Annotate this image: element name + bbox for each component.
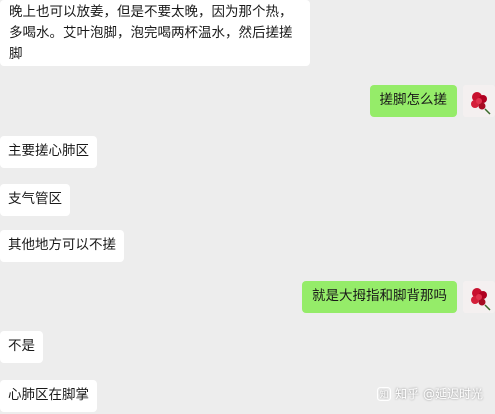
- watermark: 知 知乎 @延迟时光: [377, 385, 483, 402]
- message-text: 支气管区: [8, 191, 62, 207]
- message-text: 其他地方可以不搓: [8, 237, 116, 253]
- svg-text:知: 知: [380, 388, 389, 400]
- message-text-line: 多喝水。艾叶泡脚，泡完喝两杯温水，然后搓搓: [9, 25, 293, 41]
- message-bubble-outgoing[interactable]: 就是大拇指和脚背那吗: [302, 281, 457, 313]
- message-bubble-incoming[interactable]: 支气管区: [0, 184, 70, 216]
- rose-avatar-icon: [463, 85, 495, 117]
- message-text: 就是大拇指和脚背那吗: [312, 288, 447, 304]
- watermark-text: 知乎 @延迟时光: [395, 387, 483, 401]
- user-avatar[interactable]: [463, 85, 495, 117]
- message-bubble-incoming[interactable]: 不是: [0, 331, 43, 363]
- message-text-line: 晚上也可以放姜，但是不要太晚，因为那个热，: [9, 4, 293, 20]
- user-avatar[interactable]: [463, 281, 495, 313]
- message-text-line: 脚: [9, 46, 23, 62]
- message-bubble-incoming[interactable]: 其他地方可以不搓: [0, 230, 124, 262]
- message-text: 搓脚怎么搓: [379, 92, 448, 108]
- message-bubble-incoming[interactable]: 主要搓心肺区: [0, 136, 97, 168]
- message-text: 主要搓心肺区: [8, 143, 89, 159]
- message-bubble-outgoing[interactable]: 搓脚怎么搓: [369, 85, 457, 117]
- message-text: 心肺区在脚掌: [8, 387, 89, 403]
- zhihu-logo-icon: 知: [377, 386, 392, 401]
- message-text: 不是: [8, 338, 35, 354]
- message-bubble-incoming[interactable]: 心肺区在脚掌: [0, 380, 97, 412]
- rose-avatar-icon: [463, 281, 495, 313]
- message-bubble-incoming[interactable]: 晚上也可以放姜，但是不要太晚，因为那个热， 多喝水。艾叶泡脚，泡完喝两杯温水，然…: [0, 0, 310, 66]
